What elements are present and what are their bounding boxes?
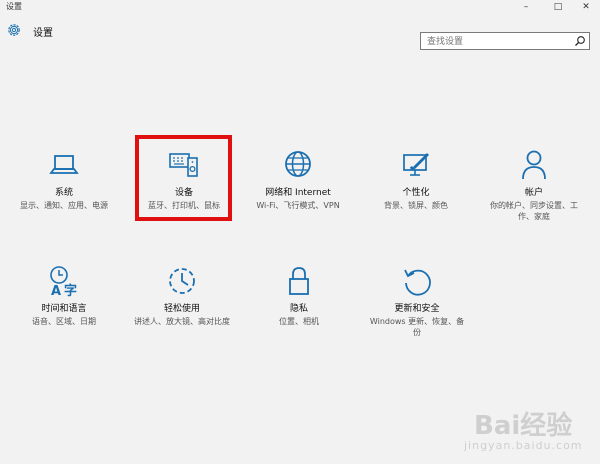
person-icon	[522, 150, 546, 180]
maximize-icon: □	[553, 2, 563, 12]
tile-description: 语音、区域、日期	[32, 317, 96, 326]
search-input[interactable]	[425, 34, 569, 50]
time-language-icon: A 字	[50, 266, 77, 298]
tile-label: 轻松使用	[163, 304, 200, 314]
close-button[interactable]: ✕	[574, 0, 598, 14]
tile-description: 你的帐户、同步设置、工作、家庭	[490, 201, 578, 221]
page-title: 设置	[33, 28, 53, 39]
watermark: Bai经验 jingyan.baidu.com	[456, 405, 596, 460]
tile-description: 讲述人、放大镜、高对比度	[134, 317, 230, 326]
settings-header: 设置	[0, 14, 600, 50]
personalization-icon	[403, 153, 429, 176]
gear-icon	[8, 24, 20, 36]
watermark-brand: Bai经验	[474, 411, 573, 441]
maximize-button[interactable]: □	[546, 0, 570, 14]
minimize-icon: –	[523, 2, 529, 12]
search-icon[interactable]	[574, 35, 586, 47]
watermark-url: jingyan.baidu.com	[464, 439, 583, 452]
tile-update-security[interactable]: 更新和安全 Windows 更新、恢复、备份	[367, 264, 467, 338]
close-icon: ✕	[582, 2, 590, 12]
highlight-box	[135, 135, 232, 221]
globe-icon	[285, 151, 311, 177]
tile-label: 网络和 Internet	[265, 188, 331, 198]
tile-label: 时间和语言	[41, 304, 87, 314]
update-icon	[404, 269, 431, 296]
window-title: 设置	[6, 2, 22, 11]
svg-text:字: 字	[64, 283, 77, 298]
tile-privacy[interactable]: 隐私 位置、相机	[249, 264, 349, 327]
laptop-icon	[49, 155, 79, 174]
search-box[interactable]	[420, 32, 590, 50]
tile-label: 系统	[54, 188, 73, 198]
svg-text:A: A	[51, 284, 61, 298]
tile-label: 更新和安全	[394, 304, 440, 314]
tile-time-language[interactable]: A 字 时间和语言 语音、区域、日期	[14, 264, 114, 327]
tile-description: 背景、锁屏、颜色	[384, 201, 448, 210]
tile-description: 显示、通知、应用、电源	[20, 201, 108, 210]
title-bar: 设置 – □ ✕	[0, 0, 600, 14]
tile-network[interactable]: 网络和 Internet Wi-Fi、飞行模式、VPN	[248, 148, 348, 211]
tile-description: 位置、相机	[279, 317, 319, 326]
tile-label: 隐私	[289, 304, 308, 314]
tile-label: 个性化	[402, 188, 430, 198]
tile-personalization[interactable]: 个性化 背景、锁屏、颜色	[366, 148, 466, 211]
ease-of-access-icon	[169, 268, 195, 294]
minimize-button[interactable]: –	[514, 0, 538, 14]
tile-description: Wi-Fi、飞行模式、VPN	[256, 201, 340, 210]
lock-icon	[289, 267, 309, 295]
tile-description: Windows 更新、恢复、备份	[369, 317, 465, 337]
tile-ease-of-access[interactable]: 轻松使用 讲述人、放大镜、高对比度	[132, 264, 232, 327]
tile-system[interactable]: 系统 显示、通知、应用、电源	[14, 148, 114, 211]
tile-label: 帐户	[524, 188, 543, 198]
tile-accounts[interactable]: 帐户 你的帐户、同步设置、工作、家庭	[484, 148, 584, 222]
